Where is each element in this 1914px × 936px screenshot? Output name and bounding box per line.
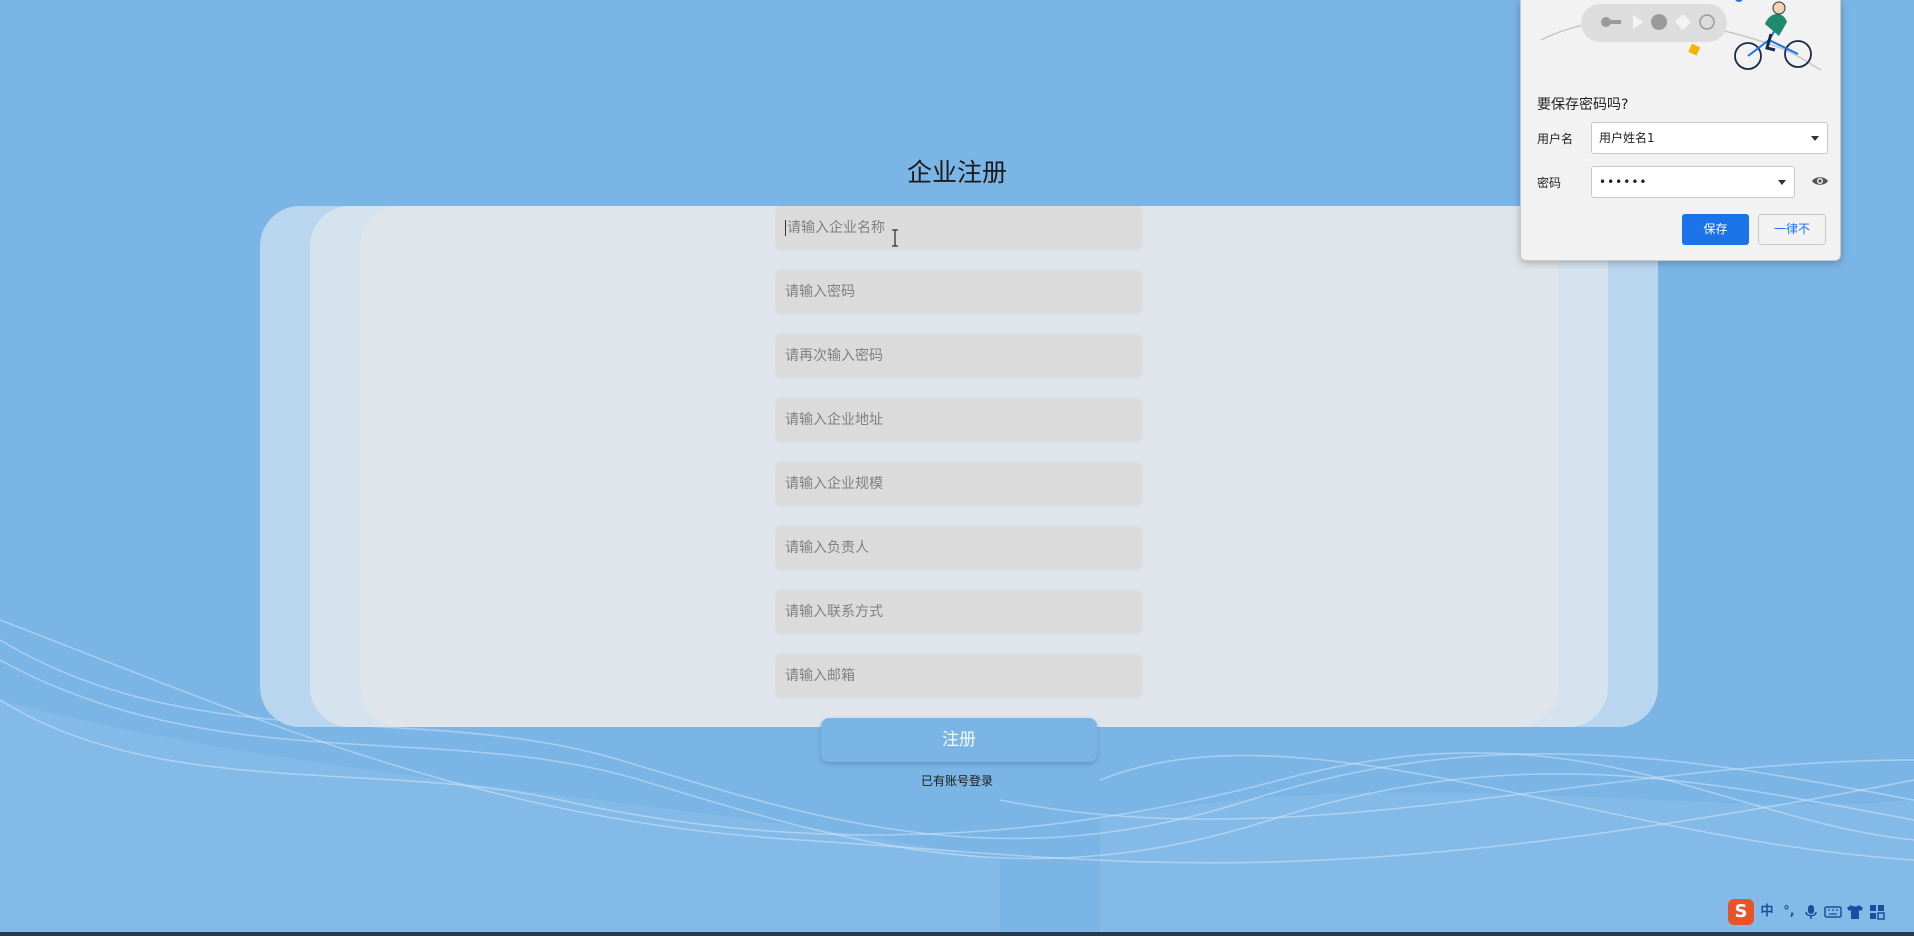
company-name-input[interactable]: 请输入企业名称 <box>775 206 1143 250</box>
company-name-placeholder: 请输入企业名称 <box>787 220 885 236</box>
company-address-placeholder: 请输入企业地址 <box>785 412 883 428</box>
toolbox-grid-icon[interactable] <box>1868 903 1886 921</box>
company-scale-input[interactable]: 请输入企业规模 <box>775 462 1143 506</box>
confirm-password-input[interactable]: 请再次输入密码 <box>775 334 1143 378</box>
contact-placeholder: 请输入联系方式 <box>785 604 883 620</box>
email-input[interactable]: 请输入邮箱 <box>775 654 1143 698</box>
ime-punctuation-toggle[interactable]: °, <box>1780 903 1798 921</box>
manager-input[interactable]: 请输入负责人 <box>775 526 1143 570</box>
keyboard-icon[interactable] <box>1824 903 1842 921</box>
skin-shirt-icon[interactable] <box>1846 903 1864 921</box>
username-select[interactable]: 用户姓名1 <box>1591 122 1828 154</box>
ime-mode-toggle[interactable]: 中 <box>1758 903 1776 921</box>
password-placeholder: 请输入密码 <box>785 284 855 300</box>
password-select[interactable]: •••••• <box>1591 166 1795 198</box>
password-input[interactable]: 请输入密码 <box>775 270 1143 314</box>
login-link-text[interactable]: 已有账号登录 <box>921 774 993 788</box>
contact-input[interactable]: 请输入联系方式 <box>775 590 1143 634</box>
login-link: 已有账号登录 <box>0 772 1914 789</box>
chevron-down-icon <box>1778 180 1786 185</box>
save-password-popup: 要保存密码吗? 用户名 用户姓名1 密码 •••••• 保存 一律不 <box>1520 0 1841 261</box>
never-save-button[interactable]: 一律不 <box>1758 214 1826 245</box>
password-label: 密码 <box>1537 176 1562 190</box>
register-button[interactable]: 注册 <box>821 718 1097 762</box>
manager-placeholder: 请输入负责人 <box>785 540 869 556</box>
password-value: •••••• <box>1599 175 1648 189</box>
chevron-down-icon <box>1811 136 1819 141</box>
ime-toolbar: S 中 °, <box>1728 897 1908 927</box>
cyclist-figure <box>1734 1 1812 70</box>
username-label: 用户名 <box>1537 132 1574 146</box>
company-scale-placeholder: 请输入企业规模 <box>785 476 883 492</box>
eye-icon[interactable] <box>1811 173 1829 189</box>
username-value: 用户姓名1 <box>1599 131 1655 145</box>
taskbar-edge <box>0 932 1914 936</box>
save-password-question: 要保存密码吗? <box>1537 97 1629 113</box>
i-beam-cursor-icon <box>892 229 898 247</box>
microphone-icon[interactable] <box>1802 903 1820 921</box>
confirm-password-placeholder: 请再次输入密码 <box>785 348 883 364</box>
company-address-input[interactable]: 请输入企业地址 <box>775 398 1143 442</box>
sogou-logo-icon[interactable]: S <box>1728 899 1754 925</box>
text-caret <box>785 220 786 236</box>
save-password-button[interactable]: 保存 <box>1682 214 1749 245</box>
email-placeholder: 请输入邮箱 <box>785 668 855 684</box>
password-illustration <box>1540 0 1822 71</box>
